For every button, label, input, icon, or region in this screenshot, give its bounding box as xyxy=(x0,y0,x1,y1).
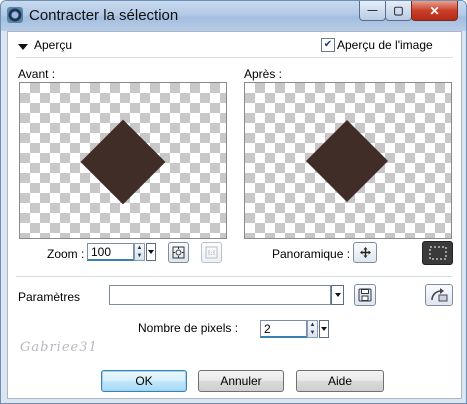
preset-select[interactable] xyxy=(109,285,331,305)
marquee-icon xyxy=(429,246,446,260)
ok-button[interactable]: OK xyxy=(101,370,187,392)
selection-shape xyxy=(80,119,166,205)
collapse-arrow-icon[interactable] xyxy=(18,44,28,50)
help-button[interactable]: Aide xyxy=(296,370,384,392)
dialog-content: Aperçu ✔ Aperçu de l'image Avant : Après… xyxy=(7,31,462,399)
dialog-window: Contracter la sélection — ▢ ✕ Aperçu ✔ A… xyxy=(0,0,467,404)
show-marquee-button[interactable] xyxy=(422,241,453,265)
save-icon xyxy=(358,288,372,302)
checkmark-icon: ✔ xyxy=(323,39,333,50)
after-label: Après : xyxy=(244,67,283,81)
preview-section-label[interactable]: Aperçu xyxy=(34,38,72,52)
separator xyxy=(16,276,453,277)
window-title: Contracter la sélection xyxy=(29,7,179,24)
after-preview[interactable] xyxy=(244,82,452,239)
pixel-count-label: Nombre de pixels : xyxy=(138,321,239,335)
pixel-count-spinner[interactable]: ▲ ▼ xyxy=(307,320,318,338)
zoom-dropdown-arrow[interactable] xyxy=(146,243,156,261)
watermark: Gabriee31 xyxy=(20,340,98,355)
before-label: Avant : xyxy=(18,67,56,81)
minimize-icon: — xyxy=(367,5,378,16)
pixel-count-dropdown-arrow[interactable] xyxy=(319,320,329,338)
reset-preset-button[interactable] xyxy=(425,284,453,306)
actual-size-button[interactable] xyxy=(201,242,222,263)
cancel-button[interactable]: Annuler xyxy=(198,370,284,392)
reset-icon xyxy=(431,288,448,302)
pan-label: Panoramique : xyxy=(272,247,351,261)
title-bar[interactable]: Contracter la sélection — ▢ ✕ xyxy=(1,1,466,31)
zoom-label: Zoom : xyxy=(47,247,85,261)
maximize-button[interactable]: ▢ xyxy=(385,1,412,21)
preset-dropdown-arrow[interactable] xyxy=(331,285,344,305)
contracted-selection-shape xyxy=(305,119,389,203)
actual-size-icon xyxy=(205,246,218,259)
pan-button[interactable] xyxy=(353,242,377,263)
image-preview-label[interactable]: Aperçu de l'image xyxy=(337,38,433,52)
zoom-spinner[interactable]: ▲ ▼ xyxy=(134,243,145,261)
close-icon: ✕ xyxy=(429,3,440,18)
pixel-count-input[interactable]: 2 xyxy=(260,320,307,338)
minimize-button[interactable]: — xyxy=(359,1,386,21)
zoom-fit-button[interactable] xyxy=(168,242,189,263)
save-preset-button[interactable] xyxy=(354,284,376,306)
close-button[interactable]: ✕ xyxy=(411,1,458,21)
app-icon xyxy=(7,7,23,23)
zoom-fit-icon xyxy=(172,246,185,259)
maximize-icon: ▢ xyxy=(393,5,404,17)
image-preview-checkbox[interactable]: ✔ xyxy=(321,38,335,52)
zoom-input[interactable]: 100 xyxy=(87,243,134,261)
move-icon xyxy=(359,247,371,258)
presets-label: Paramètres xyxy=(18,290,81,304)
separator xyxy=(16,57,453,58)
before-preview[interactable] xyxy=(19,82,227,239)
